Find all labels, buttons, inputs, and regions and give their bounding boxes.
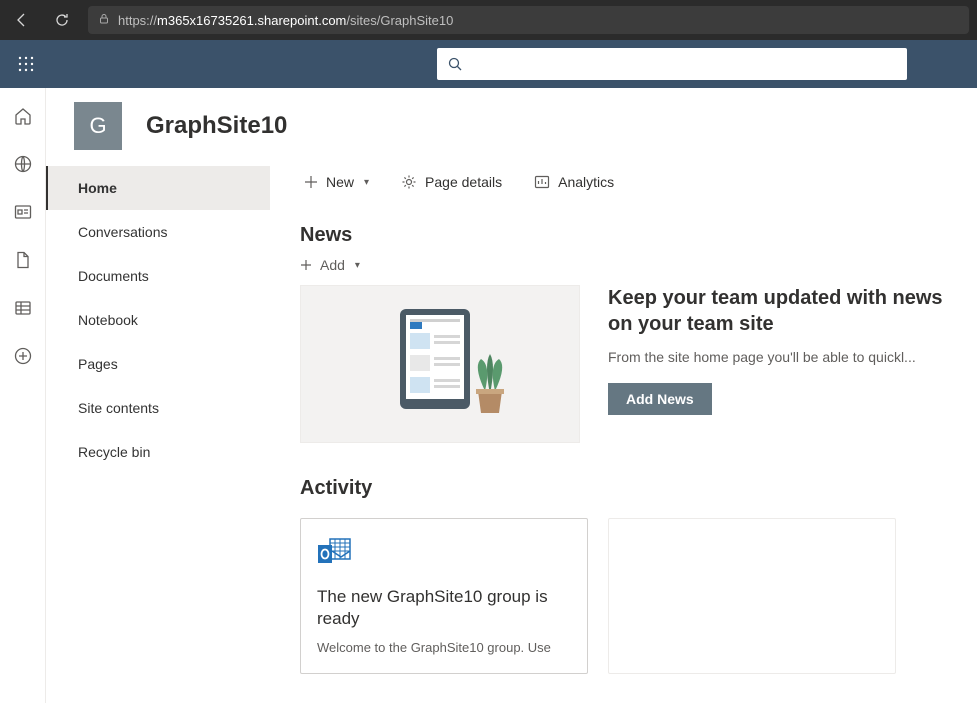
browser-toolbar: https://m365x16735261.sharepoint.com/sit… [0,0,977,40]
file-icon[interactable] [13,250,33,270]
plus-icon [300,259,312,271]
back-button[interactable] [8,6,36,34]
app-rail [0,88,46,703]
nav-item-home[interactable]: Home [46,166,270,210]
site-logo[interactable]: G [74,102,122,150]
news-text: Keep your team updated with news on your… [608,285,959,443]
activity-row: The new GraphSite10 group is ready Welco… [300,518,959,674]
canvas: New ▾ Page details Analytics News [270,160,977,674]
page-details-label: Page details [425,174,502,190]
analytics-icon [534,174,550,190]
activity-card-empty [608,518,896,674]
nav-item-pages[interactable]: Pages [46,342,270,386]
analytics-label: Analytics [558,174,614,190]
nav-item-conversations[interactable]: Conversations [46,210,270,254]
site-title: GraphSite10 [146,112,287,140]
url-text: https://m365x16735261.sharepoint.com/sit… [118,13,453,28]
suite-header [0,40,977,88]
plus-icon [304,175,318,189]
outlook-icon [317,537,571,572]
activity-card-desc: Welcome to the GraphSite10 group. Use [317,640,571,655]
nav-item-recycle-bin[interactable]: Recycle bin [46,430,270,474]
new-button-label: New [326,174,354,190]
nav-item-notebook[interactable]: Notebook [46,298,270,342]
app-launcher-icon[interactable] [10,48,42,80]
search-icon [447,56,463,72]
address-bar[interactable]: https://m365x16735261.sharepoint.com/sit… [88,6,969,34]
tablet-plant-illustration [350,299,530,429]
activity-card-title: The new GraphSite10 group is ready [317,586,571,630]
nav-item-site-contents[interactable]: Site contents [46,386,270,430]
left-nav: Home Conversations Documents Notebook Pa… [46,160,270,674]
search-input[interactable] [473,56,897,72]
news-illustration [300,285,580,443]
news-heading: Keep your team updated with news on your… [608,285,959,337]
add-icon[interactable] [13,346,33,366]
lock-icon [98,13,110,28]
globe-icon[interactable] [13,154,33,174]
new-button[interactable]: New ▾ [300,166,373,198]
news-row: Keep your team updated with news on your… [300,285,959,443]
main-area: G GraphSite10 Home Conversations Documen… [0,88,977,703]
command-bar: New ▾ Page details Analytics [300,160,959,204]
site-header: G GraphSite10 [46,88,977,160]
home-icon[interactable] [13,106,33,126]
content-column: G GraphSite10 Home Conversations Documen… [46,88,977,703]
refresh-button[interactable] [48,6,76,34]
news-icon[interactable] [13,202,33,222]
add-news-button[interactable]: Add News [608,383,712,415]
gear-icon [401,174,417,190]
list-icon[interactable] [13,298,33,318]
analytics-button[interactable]: Analytics [530,166,618,198]
activity-card[interactable]: The new GraphSite10 group is ready Welco… [300,518,588,674]
search-box[interactable] [437,48,907,80]
nav-item-documents[interactable]: Documents [46,254,270,298]
activity-section-title: Activity [300,477,959,500]
chevron-down-icon: ▾ [355,260,360,271]
news-section-title: News [300,224,959,247]
page-details-button[interactable]: Page details [397,166,506,198]
chevron-down-icon: ▾ [364,177,369,188]
add-label: Add [320,257,345,273]
news-description: From the site home page you'll be able t… [608,349,958,365]
add-news-link[interactable]: Add ▾ [300,257,959,273]
